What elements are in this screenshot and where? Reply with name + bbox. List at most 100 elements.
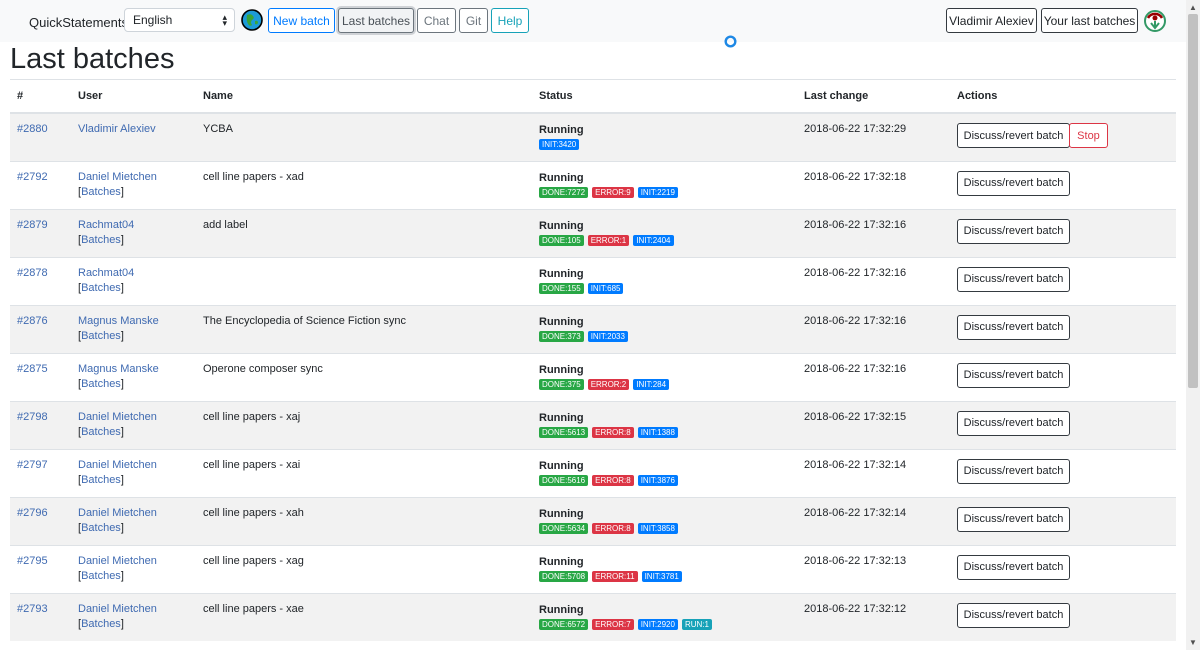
cell-user: Vladimir Alexiev	[71, 112, 196, 161]
cell-id: #2795	[10, 544, 71, 593]
your-last-batches-button[interactable]: Your last batches	[1041, 8, 1138, 33]
batch-id-link[interactable]: #2797	[17, 459, 48, 471]
user-batches-link[interactable]: Batches	[81, 426, 121, 438]
cell-actions: Discuss/revert batch	[950, 400, 1176, 449]
user-batches-link[interactable]: Batches	[81, 570, 121, 582]
cell-last-change: 2018-06-22 17:32:13	[797, 544, 950, 593]
discuss-revert-button[interactable]: Discuss/revert batch	[957, 314, 1070, 340]
brand-link[interactable]: QuickStatements	[29, 15, 128, 30]
discuss-revert-button[interactable]: Discuss/revert batch	[957, 410, 1070, 436]
cell-status: Running DONE:155 INIT:685	[532, 256, 797, 305]
discuss-revert-button[interactable]: Discuss/revert batch	[957, 170, 1070, 196]
status-badge-run: RUN:1	[681, 618, 712, 630]
cell-name: The Encyclopedia of Science Fiction sync	[196, 304, 532, 353]
cell-actions: Discuss/revert batch	[950, 304, 1176, 353]
cell-last-change: 2018-06-22 17:32:16	[797, 304, 950, 353]
status-badges: DONE:5616 ERROR:8 INIT:3876	[539, 474, 797, 486]
cell-id: #2798	[10, 400, 71, 449]
status-text: Running	[539, 411, 584, 424]
discuss-revert-button[interactable]: Discuss/revert batch	[957, 458, 1070, 484]
cell-name	[196, 256, 532, 305]
table-row: #2798 Daniel Mietchen [Batches] cell line p…	[10, 400, 1176, 449]
last-batches-button[interactable]: Last batches	[338, 8, 414, 33]
user-batches-link[interactable]: Batches	[81, 330, 121, 342]
discuss-revert-button[interactable]: Discuss/revert batch	[957, 602, 1070, 628]
status-badge-error: ERROR:9	[592, 186, 634, 198]
status-badge-done: DONE:105	[539, 234, 584, 246]
batch-id-link[interactable]: #2795	[17, 555, 48, 567]
header-actions: Actions	[950, 79, 1176, 114]
user-button[interactable]: Vladimir Alexiev	[946, 8, 1037, 33]
batch-id-link[interactable]: #2798	[17, 411, 48, 423]
user-batches-link[interactable]: Batches	[81, 474, 121, 486]
user-batches-link[interactable]: Batches	[81, 378, 121, 390]
batch-id-link[interactable]: #2879	[17, 219, 48, 231]
cell-actions: Discuss/revert batch	[950, 256, 1176, 305]
discuss-revert-button[interactable]: Discuss/revert batch	[957, 123, 1070, 148]
user-link[interactable]: Daniel Mietchen	[78, 459, 157, 471]
cell-status: Running DONE:6572 ERROR:7 INIT:2920 RUN:1	[532, 592, 797, 641]
batch-id-link[interactable]: #2796	[17, 507, 48, 519]
user-link[interactable]: Magnus Manske	[78, 315, 159, 327]
new-batch-button[interactable]: New batch	[268, 8, 335, 33]
user-batches-link[interactable]: Batches	[81, 618, 121, 630]
discuss-revert-button[interactable]: Discuss/revert batch	[957, 218, 1070, 244]
batch-id-link[interactable]: #2875	[17, 363, 48, 375]
scrollbar-thumb[interactable]	[1188, 14, 1198, 388]
wikimedia-logo-icon[interactable]	[1144, 10, 1166, 32]
discuss-revert-button[interactable]: Discuss/revert batch	[957, 506, 1070, 532]
discuss-revert-button[interactable]: Discuss/revert batch	[957, 362, 1070, 388]
cell-last-change: 2018-06-22 17:32:29	[797, 112, 950, 161]
batch-id-link[interactable]: #2792	[17, 171, 48, 183]
cell-last-change: 2018-06-22 17:32:14	[797, 448, 950, 497]
globe-icon[interactable]	[241, 9, 263, 31]
stop-button[interactable]: Stop	[1069, 123, 1108, 148]
user-link[interactable]: Rachmat04	[78, 219, 134, 231]
user-batches-link[interactable]: Batches	[81, 186, 121, 198]
help-button[interactable]: Help	[491, 8, 529, 33]
language-select[interactable]: English ▴ ▾	[124, 8, 235, 32]
user-link[interactable]: Daniel Mietchen	[78, 411, 157, 423]
cell-user: Rachmat04 [Batches]	[71, 208, 196, 257]
table-row: #2797 Daniel Mietchen [Batches] cell line p…	[10, 448, 1176, 497]
chat-button[interactable]: Chat	[417, 8, 456, 33]
table-header-row: # User Name Status Last change Actions	[10, 79, 1176, 114]
scroll-down-arrow-icon[interactable]: ▼	[1189, 638, 1197, 647]
user-link[interactable]: Daniel Mietchen	[78, 603, 157, 615]
user-batches-link[interactable]: Batches	[81, 282, 121, 294]
status-text: Running	[539, 171, 584, 184]
user-link[interactable]: Daniel Mietchen	[78, 555, 157, 567]
cell-id: #2879	[10, 208, 71, 257]
status-badge-done: DONE:5634	[539, 522, 589, 534]
user-batches-link[interactable]: Batches	[81, 522, 121, 534]
user-link[interactable]: Vladimir Alexiev	[78, 123, 156, 135]
table-row: #2876 Magnus Manske [Batches] The Encyclope…	[10, 304, 1176, 353]
status-badge-init: INIT:3781	[641, 570, 682, 582]
batch-id-link[interactable]: #2880	[17, 123, 48, 135]
batch-id-link[interactable]: #2793	[17, 603, 48, 615]
cell-actions: Discuss/revert batch	[950, 160, 1176, 209]
user-link[interactable]: Rachmat04	[78, 267, 134, 279]
cell-actions: Discuss/revert batch	[950, 448, 1176, 497]
cell-user: Daniel Mietchen [Batches]	[71, 592, 196, 641]
discuss-revert-button[interactable]: Discuss/revert batch	[957, 266, 1070, 292]
batch-id-link[interactable]: #2876	[17, 315, 48, 327]
scroll-up-arrow-icon[interactable]: ▲	[1189, 3, 1197, 12]
table-body: #2880 Vladimir Alexiev YCBA Running INIT:342…	[10, 112, 1176, 641]
discuss-revert-button[interactable]: Discuss/revert batch	[957, 554, 1070, 580]
user-link[interactable]: Magnus Manske	[78, 363, 159, 375]
vertical-scrollbar[interactable]: ▲ ▼	[1186, 0, 1200, 650]
status-badge-error: ERROR:8	[592, 522, 634, 534]
batch-id-link[interactable]: #2878	[17, 267, 48, 279]
cell-last-change: 2018-06-22 17:32:18	[797, 160, 950, 209]
status-badges: DONE:373 INIT:2033	[539, 330, 797, 342]
loading-spinner-icon	[724, 35, 737, 48]
status-badges: DONE:5708 ERROR:11 INIT:3781	[539, 570, 797, 582]
user-batches-link[interactable]: Batches	[81, 234, 121, 246]
status-badge-init: INIT:3876	[637, 474, 678, 486]
select-caret-icon: ▴ ▾	[222, 12, 227, 28]
git-button[interactable]: Git	[459, 8, 488, 33]
user-link[interactable]: Daniel Mietchen	[78, 507, 157, 519]
user-link[interactable]: Daniel Mietchen	[78, 171, 157, 183]
cell-user: Daniel Mietchen [Batches]	[71, 160, 196, 209]
